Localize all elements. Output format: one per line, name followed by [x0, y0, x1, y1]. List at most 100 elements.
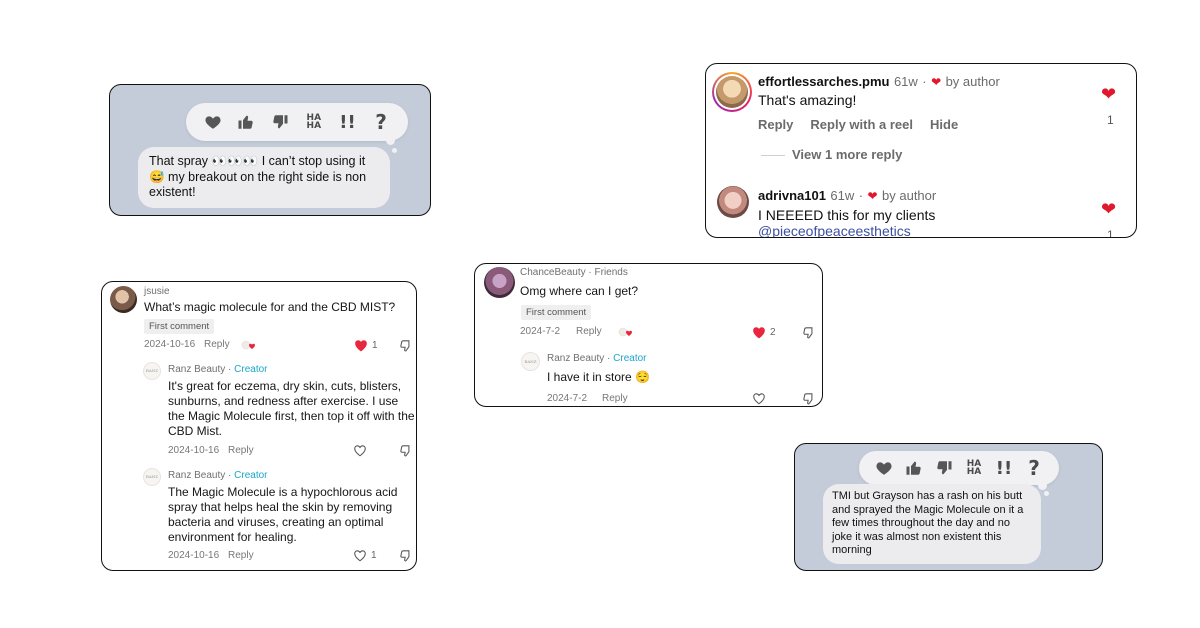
like-button[interactable] [752, 392, 766, 405]
heart-filled-icon [355, 340, 367, 352]
username[interactable]: Ranz Beauty [168, 470, 225, 481]
like-count: 1 [371, 550, 377, 561]
like-button[interactable]: ❤ [1101, 199, 1116, 220]
comment-text: Omg where can I get? [520, 284, 639, 298]
first-comment-badge: First comment [144, 319, 215, 334]
brand-logo[interactable]: RANZ [143, 362, 161, 380]
tapback-tail-dot [1044, 491, 1049, 496]
reply-button[interactable]: Reply [204, 339, 230, 350]
like-button[interactable]: ❤ [1101, 84, 1116, 105]
separator: · [858, 188, 864, 203]
view-more-replies-button[interactable]: View 1 more reply [792, 147, 902, 162]
comment-text: What’s magic molecule for and the CBD MI… [144, 300, 396, 314]
tapback-bar: HA HA !! ? [186, 103, 408, 141]
creator-liked-icon [241, 340, 255, 350]
dislike-button[interactable] [399, 339, 413, 357]
avatar[interactable] [717, 186, 749, 218]
reply-button[interactable]: Reply [228, 445, 254, 456]
haha-icon[interactable]: HA HA [961, 455, 987, 481]
creator-label: Creator [613, 353, 647, 364]
friends-label: Friends [594, 267, 628, 278]
imessage-card-2: HA HA !! ? TMI but Grayson has a rash on… [794, 443, 1103, 571]
username[interactable]: Ranz Beauty [547, 353, 604, 364]
author-heart-icon: ❤ [867, 189, 878, 203]
dislike-button[interactable] [802, 326, 816, 344]
dislike-button[interactable] [802, 392, 816, 406]
reply-with-reel-button[interactable]: Reply with a reel [810, 117, 913, 132]
like-count: 1 [1107, 113, 1114, 127]
message-bubble: TMI but Grayson has a rash on his butt a… [823, 484, 1041, 564]
brand-logo[interactable]: RANZ [143, 468, 161, 486]
reply-author: Ranz Beauty · Creator [168, 470, 268, 481]
like-count: 2 [770, 327, 776, 338]
username[interactable]: effortlessarches.pmu [758, 74, 890, 89]
brand-logo[interactable]: RANZ [521, 352, 540, 371]
reply-button[interactable]: Reply [602, 393, 628, 404]
liked-by-author: by author [945, 74, 1000, 89]
thumbs-down-icon[interactable] [931, 455, 957, 481]
reply-author: Ranz Beauty · Creator [547, 353, 647, 364]
message-bubble: That spray 👀👀👀 I can’t stop using it 😅 m… [138, 147, 390, 208]
message-text: TMI but Grayson has a rash on his butt a… [832, 490, 1024, 556]
comment-text: I NEEEED this for my clients [758, 207, 936, 223]
reply-author: Ranz Beauty · Creator [168, 364, 268, 375]
dislike-button[interactable] [399, 444, 413, 462]
comment-date: 2024-10-16 [144, 339, 196, 350]
thumbs-up-icon[interactable] [233, 109, 259, 135]
question-icon[interactable]: ? [368, 109, 394, 135]
message-text: That spray 👀👀👀 I can’t stop using it 😅 m… [149, 154, 367, 199]
like-button[interactable]: 2 [752, 326, 776, 339]
comment-text: That's amazing! [758, 92, 857, 108]
tiktok-comments-card-1: jsusie What’s magic molecule for and the… [101, 281, 417, 571]
imessage-card-1: HA HA !! ? That spray 👀👀👀 I can’t stop u… [109, 84, 431, 216]
reply-date: 2024-7-2 [547, 393, 588, 404]
exclamation-icon[interactable]: !! [334, 109, 360, 135]
comment-header: adrivna101 61w · ❤ by author [758, 187, 936, 205]
creator-label: Creator [234, 364, 268, 375]
like-button[interactable]: 1 [354, 339, 378, 352]
thumbs-up-icon[interactable] [901, 455, 927, 481]
comment-age: 61w [893, 74, 918, 89]
instagram-comments-card: effortlessarches.pmu 61w · ❤ by author T… [705, 63, 1137, 238]
reply-text: The Magic Molecule is a hypochlorous aci… [168, 485, 398, 544]
comment-header: effortlessarches.pmu 61w · ❤ by author [758, 73, 1000, 91]
heart-outline-icon [354, 445, 366, 457]
heart-icon[interactable] [200, 109, 226, 135]
reply-button[interactable]: Reply [228, 550, 254, 561]
dislike-button[interactable] [399, 549, 413, 567]
reply-text: It's great for eczema, dry skin, cuts, b… [168, 379, 415, 438]
avatar[interactable] [110, 286, 137, 313]
reply-button[interactable]: Reply [758, 117, 793, 132]
haha-icon[interactable]: HA HA [301, 109, 327, 135]
exclamation-icon[interactable]: !! [991, 455, 1017, 481]
like-count: 1 [372, 340, 378, 351]
tapback-tail-dot [1038, 481, 1047, 490]
username[interactable]: ChanceBeauty [520, 267, 586, 278]
avatar[interactable] [484, 267, 515, 298]
author-heart-icon: ❤ [931, 75, 942, 89]
comment-actions: Reply Reply with a reel Hide [758, 117, 958, 132]
view-more-divider [761, 155, 785, 156]
tiktok-comments-card-2: ChanceBeauty · Friends Omg where can I g… [474, 263, 823, 407]
thumbs-down-icon[interactable] [267, 109, 293, 135]
hide-button[interactable]: Hide [930, 117, 958, 132]
first-comment-badge: First comment [521, 305, 592, 320]
question-icon[interactable]: ? [1021, 455, 1047, 481]
comment-date: 2024-7-2 [520, 326, 561, 337]
reply-button[interactable]: Reply [576, 326, 602, 337]
avatar[interactable] [712, 72, 752, 112]
username[interactable]: Ranz Beauty [168, 364, 225, 375]
reply-text: I have it in store 😌 [547, 370, 650, 384]
mention-link[interactable]: @pieceofpeaceesthetics [758, 223, 911, 237]
comment-author: ChanceBeauty · Friends [520, 267, 628, 278]
like-button[interactable]: 1 [353, 549, 377, 562]
username[interactable]: jsusie [144, 286, 170, 297]
creator-label: Creator [234, 470, 268, 481]
reply-date: 2024-10-16 [168, 445, 220, 456]
tapback-tail-dot [392, 148, 397, 153]
heart-icon[interactable] [871, 455, 897, 481]
like-button[interactable] [353, 444, 367, 457]
comment-age: 61w [830, 188, 855, 203]
username[interactable]: adrivna101 [758, 188, 826, 203]
heart-filled-icon [753, 327, 765, 339]
